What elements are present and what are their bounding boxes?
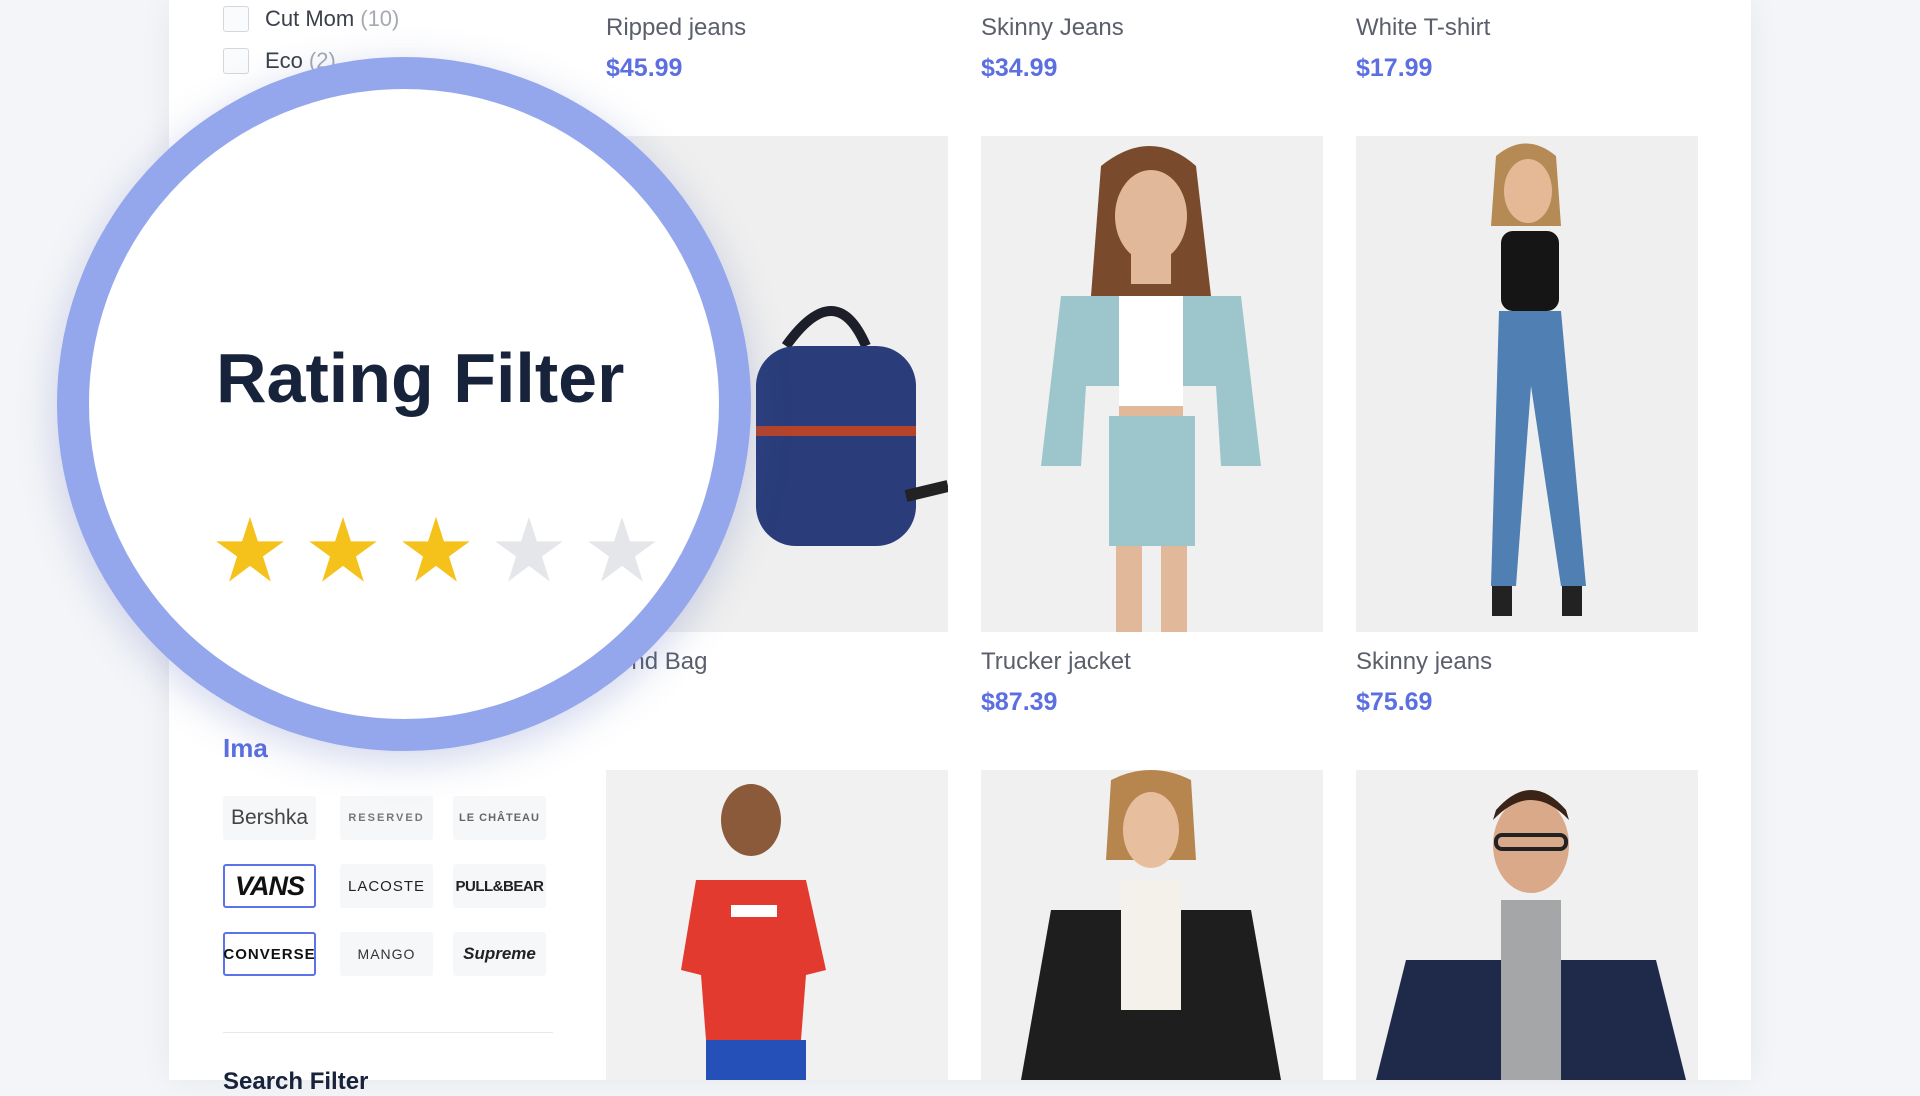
star-filled-icon[interactable] [400,514,472,586]
brand-label: RESERVED [348,812,425,824]
product-name[interactable]: Trucker jacket [981,648,1131,676]
brand-label: LACOSTE [347,877,426,895]
product-card[interactable] [606,770,948,1080]
product-image-kids-tshirt[interactable] [606,770,948,1080]
product-name[interactable]: Skinny Jeans [981,14,1124,42]
product-price: $87.39 [981,688,1058,716]
star-empty-icon[interactable] [586,514,658,586]
filter-label: Eco [265,48,303,73]
model-blazer-illustration [1356,770,1698,1080]
product-name[interactable]: White T-shirt [1356,14,1490,42]
brand-label: Supreme [463,944,536,963]
image-filter-title: Ima [223,733,268,763]
product-price: $45.99 [606,54,683,82]
star-filled-icon[interactable] [214,514,286,586]
search-filter-title: Search Filter [223,1068,369,1095]
divider [223,1032,553,1033]
product-card[interactable] [1356,770,1698,1080]
brand-converse[interactable]: CONVERSE [223,932,316,976]
product-name[interactable]: Skinny jeans [1356,648,1492,676]
brand-label: PULL&BEAR [455,877,545,895]
brand-mango[interactable]: MANGO [340,932,433,976]
product-image-denim-jacket[interactable] [981,770,1323,1080]
brand-le-chateau[interactable]: LE CHÂTEAU [453,796,546,840]
checkbox[interactable] [223,6,249,32]
brand-vans[interactable]: VANS [223,864,316,908]
product-image-blazer[interactable] [1356,770,1698,1080]
brand-lacoste[interactable]: LACOSTE [340,864,433,908]
product-price: $75.69 [1356,688,1433,716]
filter-checkbox-row[interactable]: Cut Mom (10) [223,6,399,32]
product-price: $34.99 [981,54,1058,82]
product-name[interactable]: Ripped jeans [606,14,746,42]
brand-pull-and-bear[interactable]: PULL&BEAR [453,864,546,908]
product-image-trucker-jacket[interactable] [981,136,1323,632]
model-jacket-illustration [981,136,1323,632]
brand-reserved[interactable]: RESERVED [340,796,433,840]
star-filled-icon[interactable] [307,514,379,586]
rating-stars[interactable] [214,514,658,586]
brand-bershka[interactable]: Bershka [223,796,316,840]
magnifier-ring: Rating Filter [57,57,751,751]
product-card[interactable] [1356,136,1698,632]
product-image-skinny-jeans[interactable] [1356,136,1698,632]
filter-count: (10) [360,6,400,31]
magnifier-lens: Rating Filter [89,89,719,719]
brand-label: LE CHÂTEAU [459,812,540,824]
brand-label: MANGO [357,946,416,962]
brand-label: CONVERSE [223,945,316,963]
product-price: $17.99 [1356,54,1433,82]
filter-label: Cut Mom [265,6,355,31]
model-jeans-illustration [1356,136,1698,632]
brand-label: VANS [234,870,305,901]
checkbox[interactable] [223,48,249,74]
star-empty-icon[interactable] [493,514,565,586]
product-card[interactable] [981,770,1323,1080]
rating-filter-title: Rating Filter [216,339,625,417]
model-black-jacket-illustration [981,770,1323,1080]
brand-supreme[interactable]: Supreme [453,932,546,976]
kid-tshirt-illustration [606,770,948,1080]
brand-label: Bershka [230,806,309,829]
product-card[interactable] [981,136,1323,632]
